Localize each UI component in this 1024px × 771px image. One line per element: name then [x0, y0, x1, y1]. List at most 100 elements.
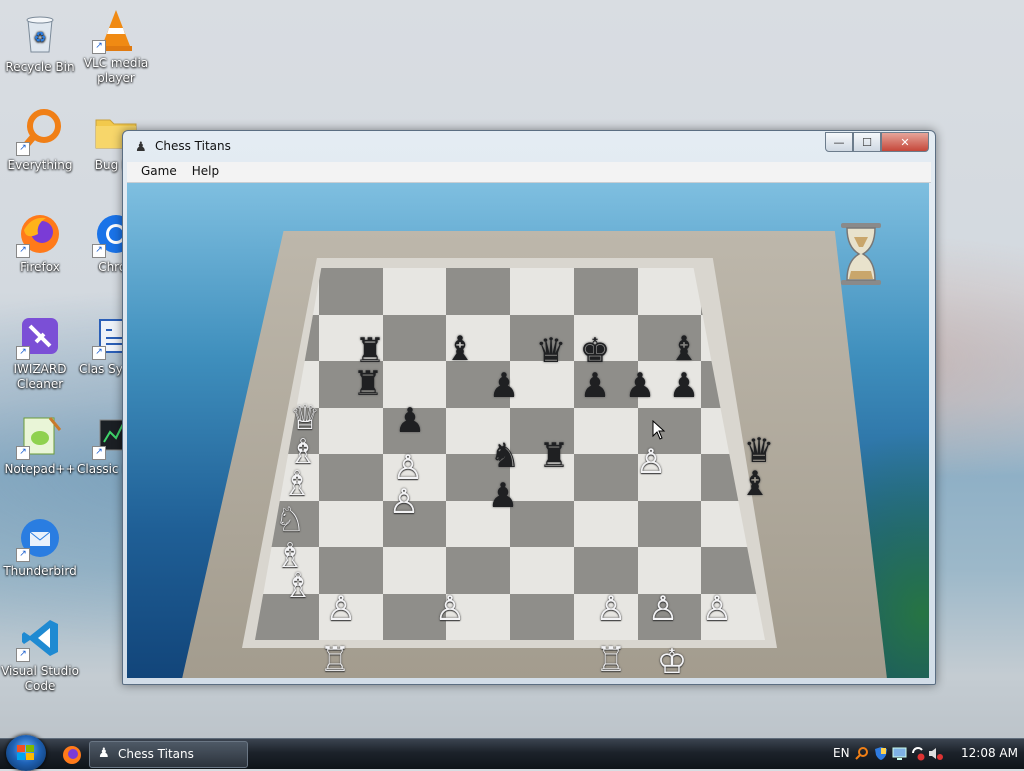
board-square[interactable] — [318, 454, 383, 501]
white-pawn[interactable]: ♙ — [648, 592, 678, 626]
white-pawn[interactable]: ♙ — [435, 592, 465, 626]
close-button[interactable]: ✕ — [881, 132, 929, 152]
board-square[interactable] — [318, 500, 383, 547]
black-rook[interactable]: ♜ — [353, 367, 383, 401]
game-viewport[interactable]: ♜ ♝ ♛ ♚ ♝ ♜ ♟ ♟ ♟ ♟ ♟ ♞ ♜ ♛ ♟ ♝ ♕ ♗ ♗ ♘ … — [127, 183, 929, 678]
desktop-icon-label: Notepad++ — [4, 462, 76, 476]
taskbar-clock[interactable]: 12:08 AM — [961, 746, 1018, 760]
firefox-taskbar-icon[interactable] — [62, 745, 82, 765]
black-queen[interactable]: ♛ — [744, 434, 774, 468]
board-square[interactable] — [382, 547, 447, 594]
white-pawn[interactable]: ♙ — [393, 451, 423, 485]
board-square[interactable] — [446, 268, 510, 315]
taskbar-item-chess-titans[interactable]: ♟ Chess Titans — [89, 741, 248, 768]
maximize-button[interactable]: ☐ — [853, 132, 881, 152]
board-square[interactable] — [446, 547, 510, 594]
desktop-icon-iwizard-cleaner[interactable]: ↗ IWIZARD Cleaner — [0, 312, 80, 392]
desktop-icon-recycle-bin[interactable]: ♻ Recycle Bin — [0, 10, 80, 75]
desktop-icon-notepad-plus-plus[interactable]: ↗ Notepad++ — [0, 412, 80, 477]
black-pawn[interactable]: ♟ — [489, 369, 519, 403]
board-square[interactable] — [510, 593, 574, 640]
language-indicator[interactable]: EN — [833, 746, 850, 760]
firefox-icon: ↗ — [16, 210, 64, 258]
desktop-icon-vlc[interactable]: ↗ VLC media player — [76, 6, 156, 86]
board-square[interactable] — [573, 547, 638, 594]
desktop-icon-label: Everything — [7, 158, 73, 172]
recycle-bin-icon: ♻ — [16, 10, 64, 58]
window-titlebar[interactable]: ♟ Chess Titans — ☐ ✕ — [123, 131, 935, 161]
board-square[interactable] — [573, 454, 638, 501]
white-knight[interactable]: ♘ — [275, 503, 305, 537]
black-pawn[interactable]: ♟ — [395, 404, 425, 438]
board-square[interactable] — [318, 547, 383, 594]
menu-help[interactable]: Help — [186, 162, 228, 182]
black-queen[interactable]: ♛ — [536, 334, 566, 368]
board-square[interactable] — [382, 268, 447, 315]
white-pawn[interactable]: ♙ — [596, 592, 626, 626]
desktop-icon-thunderbird[interactable]: ↗ Thunderbird — [0, 514, 80, 579]
notepad-plus-plus-icon: ↗ — [16, 412, 64, 460]
black-rook[interactable]: ♜ — [539, 439, 569, 473]
board-square[interactable] — [637, 547, 702, 594]
shortcut-arrow-icon: ↗ — [92, 40, 106, 54]
sync-error-tray-icon[interactable] — [910, 746, 925, 761]
desktop-icon-everything[interactable]: ↗ Everything — [0, 108, 80, 173]
black-bishop[interactable]: ♝ — [445, 332, 475, 366]
board-square[interactable] — [637, 500, 702, 547]
shortcut-arrow-icon: ↗ — [16, 244, 30, 258]
everything-search-icon: ↗ — [16, 108, 64, 156]
minimize-button[interactable]: — — [825, 132, 853, 152]
board-square[interactable] — [510, 547, 574, 594]
shortcut-arrow-icon: ↗ — [16, 446, 30, 460]
cleaner-icon: ↗ — [16, 312, 64, 360]
black-pawn[interactable]: ♟ — [669, 369, 699, 403]
white-queen[interactable]: ♕ — [290, 401, 320, 435]
white-bishop[interactable]: ♗ — [283, 569, 313, 603]
board-square[interactable] — [510, 268, 574, 315]
board-square[interactable] — [382, 314, 447, 361]
shortcut-arrow-icon: ↗ — [16, 548, 30, 562]
black-pawn[interactable]: ♟ — [488, 479, 518, 513]
board-square[interactable] — [573, 268, 638, 315]
hourglass-icon — [841, 223, 881, 285]
black-pawn[interactable]: ♟ — [580, 369, 610, 403]
board-square[interactable] — [318, 268, 383, 315]
black-bishop[interactable]: ♝ — [669, 332, 699, 366]
board-square[interactable] — [510, 500, 574, 547]
board-square[interactable] — [318, 407, 383, 454]
desktop-icon-firefox[interactable]: ↗ Firefox — [0, 210, 80, 275]
black-knight[interactable]: ♞ — [490, 439, 520, 473]
white-rook[interactable]: ♖ — [596, 643, 626, 677]
chess-pawn-icon: ♟ — [98, 746, 110, 761]
black-king[interactable]: ♚ — [580, 334, 610, 368]
shortcut-arrow-icon: ↗ — [92, 446, 106, 460]
menu-bar: Game Help — [127, 162, 931, 183]
shortcut-arrow-icon: ↗ — [92, 244, 106, 258]
start-button[interactable] — [6, 735, 46, 771]
chess-titans-window[interactable]: ♟ Chess Titans — ☐ ✕ Game Help ♜ ♝ ♛ ♚ ♝… — [122, 130, 936, 685]
menu-game[interactable]: Game — [127, 162, 186, 182]
search-tray-icon[interactable] — [854, 746, 869, 761]
desktop-icon-label: Recycle Bin — [5, 60, 75, 74]
vscode-icon: ↗ — [16, 614, 64, 662]
desktop-icon-vscode[interactable]: ↗ Visual Studio Code — [0, 614, 80, 694]
board-square[interactable] — [573, 407, 638, 454]
black-rook[interactable]: ♜ — [355, 334, 385, 368]
board-square[interactable] — [637, 268, 702, 315]
white-rook[interactable]: ♖ — [320, 643, 350, 677]
svg-text:♻: ♻ — [34, 30, 47, 46]
shield-tray-icon[interactable] — [874, 746, 889, 761]
white-bishop[interactable]: ♗ — [282, 467, 312, 501]
white-pawn[interactable]: ♙ — [389, 485, 419, 519]
chess-pawn-icon: ♟ — [135, 140, 147, 155]
network-tray-icon[interactable] — [892, 746, 907, 761]
white-king[interactable]: ♔ — [657, 645, 687, 678]
black-bishop[interactable]: ♝ — [740, 467, 770, 501]
volume-muted-icon[interactable] — [928, 746, 943, 761]
white-pawn[interactable]: ♙ — [636, 445, 666, 479]
white-pawn[interactable]: ♙ — [702, 592, 732, 626]
taskbar: ♟ Chess Titans EN 12:08 AM — [0, 735, 1024, 771]
black-pawn[interactable]: ♟ — [625, 369, 655, 403]
white-pawn[interactable]: ♙ — [326, 592, 356, 626]
board-square[interactable] — [573, 500, 638, 547]
